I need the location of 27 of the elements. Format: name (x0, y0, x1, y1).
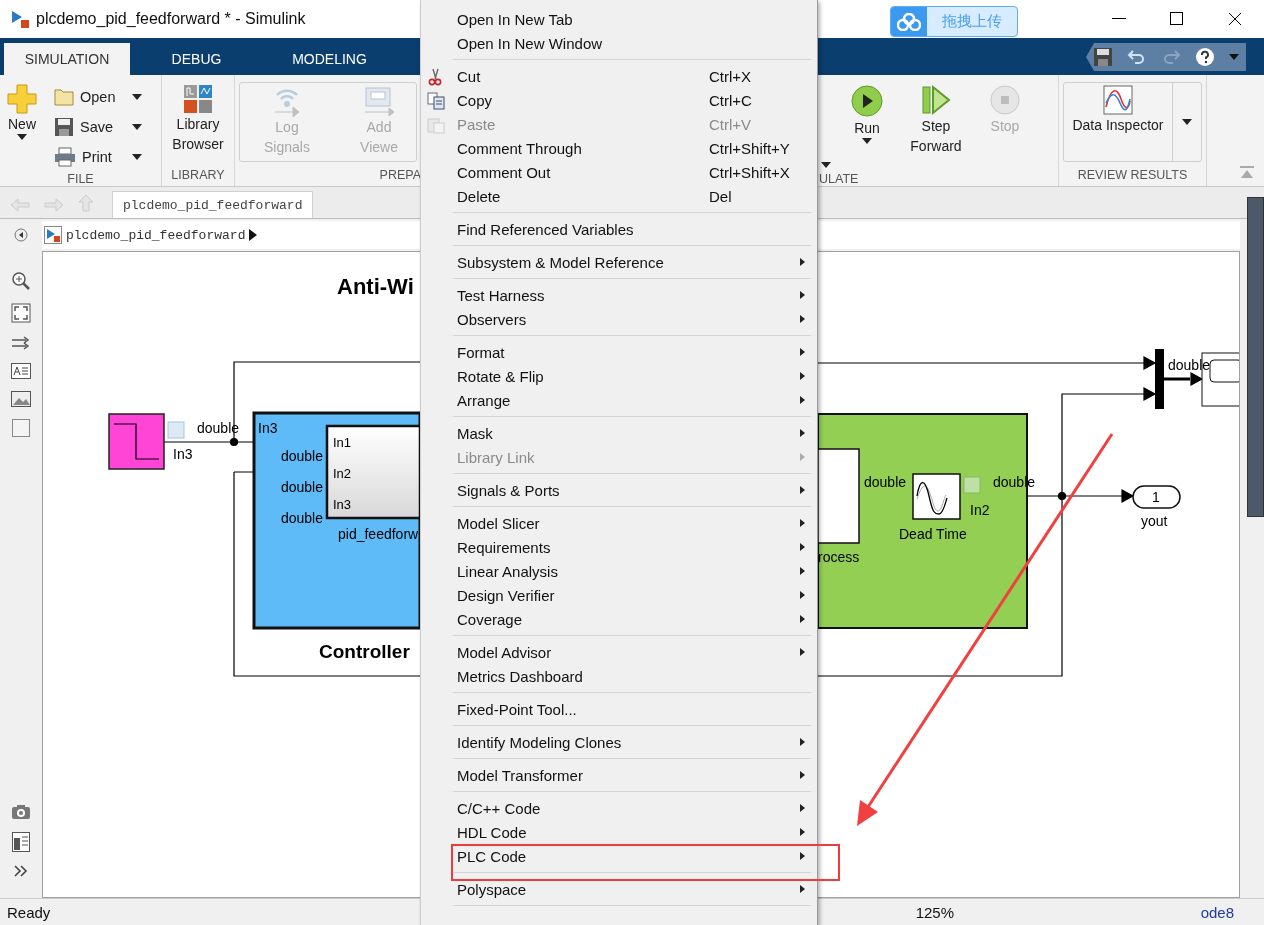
signal-label: double (280, 510, 323, 526)
group-label: LIBRARY (170, 167, 226, 184)
signal-label: double (864, 474, 907, 490)
status-text: Ready (7, 904, 51, 921)
signal-label: double (280, 448, 323, 464)
block-name: yout (1141, 513, 1168, 529)
port-label: In2 (333, 466, 352, 481)
port-label: In2 (970, 502, 990, 518)
block-name: pid_feedforw (338, 526, 419, 542)
window-title: plcdemo_pid_feedforward * - Simulink (36, 10, 306, 28)
group-label: FILE (66, 172, 95, 186)
diagram-title: Anti-Wi (337, 274, 414, 299)
port-label: In3 (333, 497, 352, 512)
port-label: In3 (173, 446, 193, 462)
group-label: REVIEW RESULTS (1076, 167, 1189, 184)
group-label: ULATE (819, 172, 860, 186)
block-name: Dead Time (899, 526, 967, 542)
signal-label: double (1168, 357, 1211, 373)
block-name: rocess (818, 549, 860, 565)
port-label: In3 (258, 420, 278, 436)
subsystem-name: Controller (319, 641, 410, 662)
port-number: 1 (1152, 489, 1160, 505)
signal-label: double (280, 479, 323, 495)
zoom-level: 125% (914, 904, 955, 921)
solver-name: ode8 (1200, 904, 1234, 921)
group-label: PREPA (378, 167, 421, 184)
port-label: In1 (333, 435, 352, 450)
